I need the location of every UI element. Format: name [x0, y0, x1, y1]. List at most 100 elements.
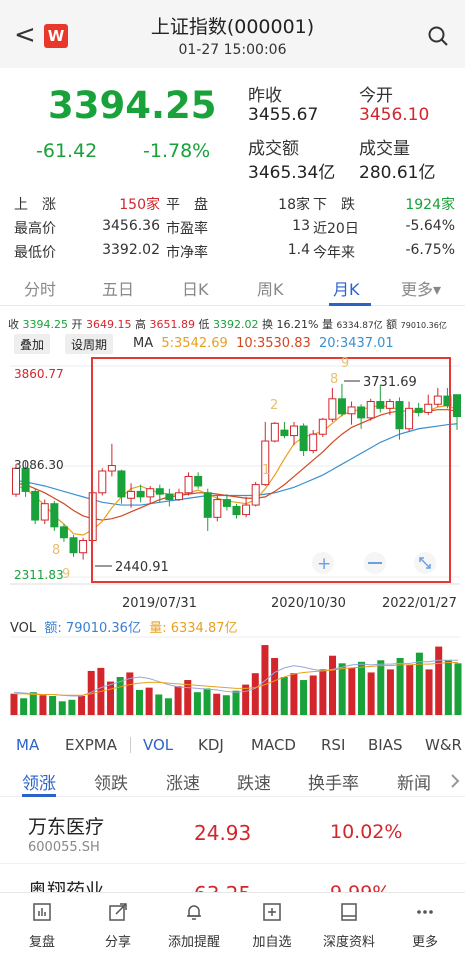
candle — [50, 503, 59, 528]
tab-month-k[interactable]: 月K — [333, 276, 360, 300]
nav-add-alert[interactable]: 添加提醒 — [158, 903, 230, 950]
kline-chart[interactable]: 3860.77 3086.30 2311.83 2440.91 3731.69 … — [0, 356, 465, 614]
volume-bar — [444, 660, 452, 715]
datetime: 01-27 15:00:06 — [178, 42, 287, 58]
prev-close-value: 3455.67 — [248, 105, 319, 125]
low-label: 低 — [198, 318, 210, 331]
stock-price: 63.25 — [194, 882, 251, 892]
list-item[interactable]: 奥翔药业 63.25 9.99% — [0, 866, 465, 892]
low-value: 3392.02 — [213, 318, 259, 331]
close-label: 收 — [8, 318, 19, 331]
volume-chart[interactable] — [0, 635, 465, 720]
bottom-nav: 复盘 分享 添加提醒 加自选 深度资料 更多 — [0, 892, 465, 959]
nav-more[interactable]: 更多 — [389, 903, 461, 950]
candle — [222, 499, 231, 507]
candle — [155, 488, 164, 495]
nav-label: 添加提醒 — [167, 935, 220, 950]
indicator-wr[interactable]: W&R — [425, 736, 465, 754]
rank-tab-losers[interactable]: 领跌 — [94, 769, 128, 794]
x-label: 2020/10/30 — [271, 596, 346, 611]
indicator-rsi[interactable]: RSI — [321, 736, 345, 754]
list-item[interactable]: 万东医疗 600055.SH 24.93 10.02% — [0, 798, 465, 864]
candle — [98, 470, 107, 494]
turnover-value: 16.21% — [276, 318, 319, 331]
td-mark: 9 — [62, 567, 70, 582]
volume-bar — [145, 687, 153, 715]
volume-bar — [425, 669, 433, 715]
indicator-bias[interactable]: BIAS — [368, 736, 403, 754]
volume-bar — [300, 680, 308, 715]
rank-tabs: 领涨 领跌 涨速 跌速 换手率 新闻 — [0, 763, 465, 797]
rank-tab-gainers[interactable]: 领涨 — [22, 769, 56, 794]
tab-intraday[interactable]: 分时 — [24, 276, 56, 300]
indicator-expma[interactable]: EXPMA — [65, 736, 117, 754]
tab-five-day[interactable]: 五日 — [102, 276, 134, 300]
volume-bar — [155, 694, 163, 715]
rank-tab-news[interactable]: 新闻 — [397, 769, 431, 794]
candle — [107, 465, 116, 472]
volume-bar — [271, 658, 279, 715]
candle — [433, 395, 442, 405]
nav-share[interactable]: 分享 — [82, 903, 154, 950]
amt-label: 额 — [386, 318, 398, 331]
td-mark: 1 — [262, 463, 270, 478]
stock-pct: 9.99% — [330, 882, 390, 892]
nav-review[interactable]: 复盘 — [6, 903, 78, 950]
volume-label: 成交量 — [359, 139, 410, 159]
volume-bar — [338, 663, 346, 715]
volume-bar — [222, 695, 230, 715]
high-label: 高 — [135, 318, 146, 331]
active-tab-indicator — [329, 303, 371, 306]
volume-bar — [406, 664, 414, 715]
vol-amount: 额: 79010.36亿 — [44, 621, 141, 636]
ma-legend: MA 5:3542.69 10:3530.83 20:3437.01 — [133, 336, 394, 351]
candle — [337, 398, 346, 415]
turnover-label: 换 — [262, 318, 273, 331]
tab-more[interactable]: 更多▾ — [401, 276, 441, 300]
nav-deep-data[interactable]: 深度资料 — [313, 903, 385, 950]
vol-volume: 量: 6334.87亿 — [149, 621, 238, 636]
set-period-button[interactable]: 设周期 — [65, 334, 114, 354]
rank-tab-rise-speed[interactable]: 涨速 — [166, 769, 200, 794]
fullscreen-icon[interactable] — [414, 552, 436, 574]
indicator-tabs: MA EXPMA VOL KDJ MACD RSI BIAS W&R — [0, 731, 465, 759]
candle — [31, 490, 40, 521]
zoom-out-icon[interactable] — [364, 552, 386, 574]
chevron-right-icon[interactable] — [450, 773, 460, 789]
nav-label: 复盘 — [28, 935, 55, 950]
stat-label: 今年来 — [313, 245, 355, 261]
stat-label: 市净率 — [166, 245, 208, 261]
candle — [232, 505, 241, 516]
stat-value: -6.75% — [405, 242, 455, 258]
indicator-kdj[interactable]: KDJ — [198, 736, 224, 754]
stat-label: 上 涨 — [14, 197, 56, 213]
svg-text:+: + — [317, 554, 331, 574]
stat-label: 市盈率 — [166, 221, 208, 237]
y-label-bottom: 2311.83 — [14, 568, 64, 582]
candle — [203, 492, 212, 518]
volume-bar — [396, 658, 404, 715]
search-icon[interactable] — [428, 26, 448, 46]
candle — [213, 499, 222, 518]
candle — [357, 406, 366, 419]
rank-tab-fall-speed[interactable]: 跌速 — [237, 769, 271, 794]
zoom-in-icon[interactable]: + — [312, 552, 334, 574]
share-icon — [82, 903, 154, 927]
volume-bar — [107, 681, 115, 715]
indicator-macd[interactable]: MACD — [251, 736, 296, 754]
tab-week-k[interactable]: 周K — [257, 276, 284, 300]
volume-bar — [386, 669, 394, 715]
tab-day-k[interactable]: 日K — [182, 276, 209, 300]
overlay-button[interactable]: 叠加 — [14, 334, 51, 354]
stat-label: 下 跌 — [313, 197, 355, 213]
more-icon — [389, 903, 461, 927]
candle — [79, 539, 88, 554]
kline-info-row: 收 3394.25 开 3649.15 高 3651.89 低 3392.02 … — [8, 316, 447, 332]
y-label-mid: 3086.30 — [14, 458, 64, 472]
indicator-ma[interactable]: MA — [16, 736, 39, 754]
nav-add-watchlist[interactable]: 加自选 — [236, 903, 308, 950]
candle — [453, 394, 461, 418]
volume-bar — [193, 692, 201, 715]
indicator-vol[interactable]: VOL — [143, 736, 173, 754]
rank-tab-turnover[interactable]: 换手率 — [308, 769, 359, 794]
